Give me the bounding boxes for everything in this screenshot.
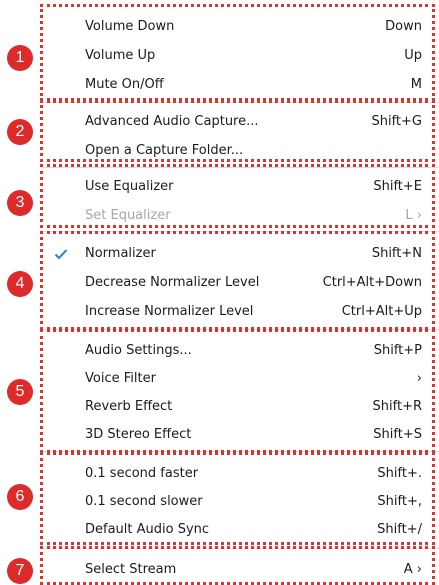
menu-item-volume-up[interactable]: Volume Up Up bbox=[44, 44, 428, 68]
group-number-badge: 1 bbox=[7, 45, 33, 71]
menu-item-label: Set Equalizer bbox=[85, 208, 171, 223]
group-number-badge: 6 bbox=[7, 484, 33, 510]
menu-item-shortcut: Down bbox=[385, 19, 422, 34]
menu-item-audio-settings[interactable]: Audio Settings... Shift+P bbox=[44, 339, 428, 363]
menu-item-set-equalizer: Set Equalizer L › bbox=[44, 204, 428, 228]
menu-item-shortcut: Shift+P bbox=[373, 343, 422, 358]
menu-item-shortcut: Shift+N bbox=[371, 246, 422, 261]
group-number-badge: 3 bbox=[7, 190, 33, 216]
menu-item-label: Decrease Normalizer Level bbox=[85, 275, 260, 290]
menu-item-shortcut: Shift+R bbox=[372, 399, 422, 414]
audio-context-menu: Volume Down Down Volume Up Up Mute On/Off M Ad… bbox=[0, 0, 439, 585]
group-number-badge: 2 bbox=[7, 119, 33, 145]
menu-item-label: Default Audio Sync bbox=[85, 522, 210, 537]
menu-item-label: 0.1 second faster bbox=[85, 466, 199, 481]
menu-item-shortcut: › bbox=[416, 371, 422, 386]
group-number-badge: 5 bbox=[7, 379, 33, 405]
menu-item-3d-stereo-effect[interactable]: 3D Stereo Effect Shift+S bbox=[44, 423, 428, 447]
menu-item-decrease-normalizer-level[interactable]: Decrease Normalizer Level Ctrl+Alt+Down bbox=[44, 271, 428, 295]
menu-item-label: Volume Up bbox=[85, 48, 156, 63]
menu-item-shortcut: A › bbox=[403, 562, 422, 577]
menu-item-label: Audio Settings... bbox=[85, 343, 192, 358]
menu-item-label: 0.1 second slower bbox=[85, 494, 203, 509]
menu-separator bbox=[40, 231, 439, 232]
menu-separator bbox=[40, 167, 439, 168]
menu-item-reverb-effect[interactable]: Reverb Effect Shift+R bbox=[44, 395, 428, 419]
menu-item-label: 3D Stereo Effect bbox=[85, 427, 192, 442]
menu-item-shortcut: L › bbox=[405, 208, 422, 223]
menu-item-increase-normalizer-level[interactable]: Increase Normalizer Level Ctrl+Alt+Up bbox=[44, 300, 428, 324]
menu-item-shortcut: Shift+G bbox=[371, 114, 422, 129]
menu-item-shortcut: Shift+/ bbox=[377, 522, 422, 537]
menu-item-0-1-second-faster[interactable]: 0.1 second faster Shift+. bbox=[44, 462, 428, 486]
menu-separator bbox=[40, 548, 439, 549]
menu-item-mute-on-off[interactable]: Mute On/Off M bbox=[44, 73, 428, 97]
menu-item-shortcut: Shift+. bbox=[377, 466, 422, 481]
menu-item-label: Reverb Effect bbox=[85, 399, 173, 414]
menu-item-shortcut: Up bbox=[404, 48, 422, 63]
menu-item-shortcut: Shift+S bbox=[373, 427, 422, 442]
menu-item-label: Advanced Audio Capture... bbox=[85, 114, 259, 129]
menu-separator bbox=[40, 102, 439, 103]
menu-item-select-stream[interactable]: Select Stream A › bbox=[44, 558, 428, 582]
menu-item-label: Open a Capture Folder... bbox=[85, 143, 244, 158]
menu-item-label: Normalizer bbox=[85, 246, 156, 261]
menu-item-use-equalizer[interactable]: Use Equalizer Shift+E bbox=[44, 175, 428, 199]
menu-item-label: Use Equalizer bbox=[85, 179, 174, 194]
menu-item-label: Select Stream bbox=[85, 562, 177, 577]
menu-item-shortcut: M bbox=[410, 77, 422, 92]
checkmark-icon bbox=[53, 246, 69, 262]
menu-item-label: Increase Normalizer Level bbox=[85, 304, 254, 319]
menu-separator bbox=[40, 451, 439, 452]
menu-separator bbox=[40, 329, 439, 330]
menu-item-default-audio-sync[interactable]: Default Audio Sync Shift+/ bbox=[44, 518, 428, 542]
menu-item-label: Mute On/Off bbox=[85, 77, 164, 92]
menu-item-voice-filter[interactable]: Voice Filter › bbox=[44, 367, 428, 391]
menu-item-open-a-capture-folder[interactable]: Open a Capture Folder... bbox=[44, 139, 428, 163]
menu-item-label: Volume Down bbox=[85, 19, 175, 34]
menu-item-0-1-second-slower[interactable]: 0.1 second slower Shift+, bbox=[44, 490, 428, 514]
menu-item-advanced-audio-capture[interactable]: Advanced Audio Capture... Shift+G bbox=[44, 110, 428, 134]
menu-item-label: Voice Filter bbox=[85, 371, 156, 386]
group-number-badge: 7 bbox=[7, 558, 33, 584]
menu-item-shortcut: Shift+E bbox=[373, 179, 422, 194]
menu-item-normalizer[interactable]: Normalizer Shift+N bbox=[44, 242, 428, 266]
menu-item-shortcut: Shift+, bbox=[377, 494, 422, 509]
group-number-badge: 4 bbox=[7, 271, 33, 297]
menu-item-shortcut: Ctrl+Alt+Down bbox=[322, 275, 422, 290]
menu-item-shortcut: Ctrl+Alt+Up bbox=[341, 304, 422, 319]
menu-item-volume-down[interactable]: Volume Down Down bbox=[44, 15, 428, 39]
